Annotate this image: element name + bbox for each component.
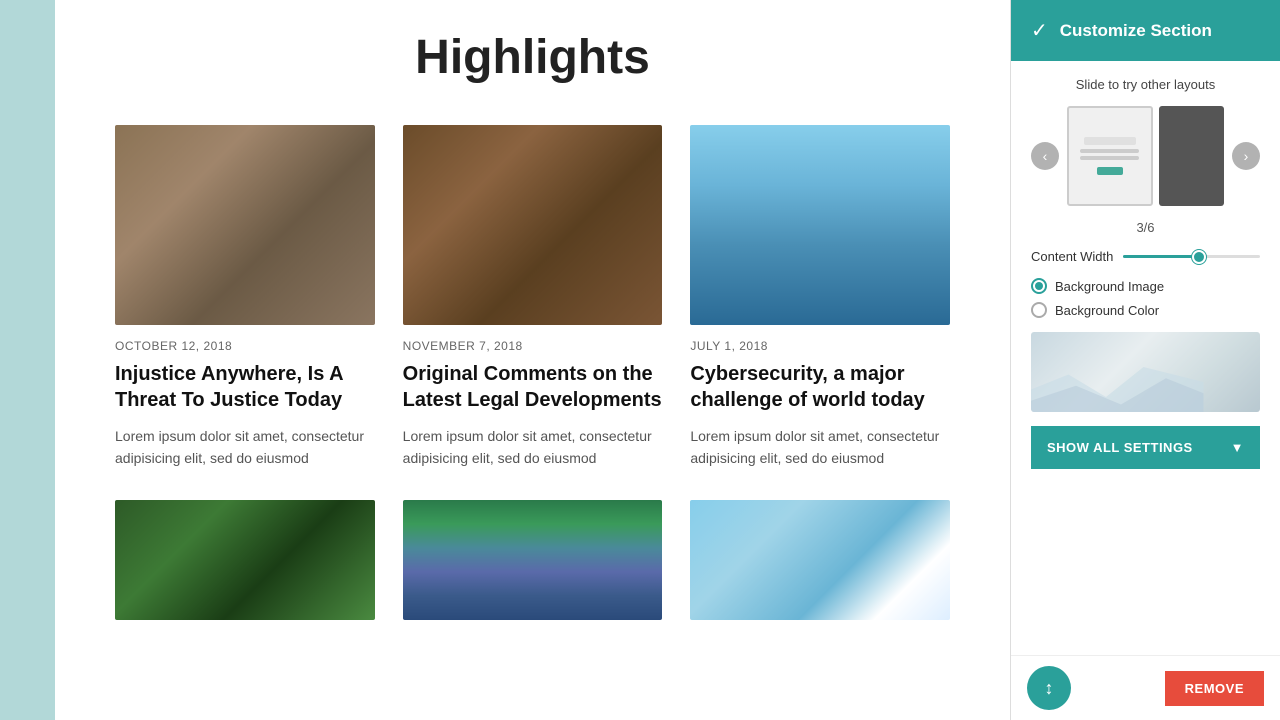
layout-counter: 3/6 bbox=[1031, 220, 1260, 235]
layout-preview-left[interactable] bbox=[1067, 106, 1153, 206]
radio-background-image-circle bbox=[1031, 278, 1047, 294]
card-3-date: JULY 1, 2018 bbox=[690, 339, 950, 353]
card-2: NOVEMBER 7, 2018 Original Comments on th… bbox=[403, 125, 663, 470]
card-2-body: Lorem ipsum dolor sit amet, consectetur … bbox=[403, 425, 663, 470]
panel-header: ✓ Customize Section bbox=[1011, 0, 1280, 61]
preview-mock-line-1 bbox=[1080, 149, 1139, 153]
card-4-image bbox=[115, 500, 375, 620]
bottom-cards-grid bbox=[115, 500, 950, 620]
card-2-image bbox=[403, 125, 663, 325]
slider-thumb bbox=[1192, 250, 1206, 264]
right-panel: ✓ Customize Section Slide to try other l… bbox=[1010, 0, 1280, 720]
main-content: Highlights OCTOBER 12, 2018 Injustice An… bbox=[55, 0, 1010, 720]
layout-previews: ‹ › bbox=[1031, 106, 1260, 206]
card-2-title: Original Comments on the Latest Legal De… bbox=[403, 361, 663, 413]
card-1-title: Injustice Anywhere, Is A Threat To Justi… bbox=[115, 361, 375, 413]
radio-background-color-label: Background Color bbox=[1055, 303, 1159, 318]
card-4 bbox=[115, 500, 375, 620]
card-1-body: Lorem ipsum dolor sit amet, consectetur … bbox=[115, 425, 375, 470]
panel-title: Customize Section bbox=[1060, 21, 1212, 41]
preview-mock-line-2 bbox=[1080, 156, 1139, 160]
radio-background-image[interactable]: Background Image bbox=[1031, 278, 1260, 294]
content-width-slider[interactable] bbox=[1123, 255, 1260, 258]
card-3-image bbox=[690, 125, 950, 325]
radio-background-image-label: Background Image bbox=[1055, 279, 1164, 294]
card-5 bbox=[403, 500, 663, 620]
slide-label: Slide to try other layouts bbox=[1031, 77, 1260, 92]
preview-mock-btn bbox=[1097, 167, 1123, 175]
card-6 bbox=[690, 500, 950, 620]
check-icon: ✓ bbox=[1031, 18, 1048, 43]
prev-layout-arrow[interactable]: ‹ bbox=[1031, 142, 1059, 170]
content-width-label: Content Width bbox=[1031, 249, 1113, 264]
card-1-date: OCTOBER 12, 2018 bbox=[115, 339, 375, 353]
card-1-image bbox=[115, 125, 375, 325]
left-decorative-bar bbox=[0, 0, 55, 720]
show-all-settings-button[interactable]: SHOW ALL SETTINGS ▼ bbox=[1031, 426, 1260, 469]
preview-mock-header bbox=[1084, 137, 1136, 145]
radio-background-color-circle bbox=[1031, 302, 1047, 318]
slider-fill bbox=[1123, 255, 1198, 258]
top-cards-grid: OCTOBER 12, 2018 Injustice Anywhere, Is … bbox=[115, 125, 950, 470]
radio-background-color[interactable]: Background Color bbox=[1031, 302, 1260, 318]
card-6-image bbox=[690, 500, 950, 620]
show-all-settings-label: SHOW ALL SETTINGS bbox=[1047, 440, 1193, 455]
card-3: JULY 1, 2018 Cybersecurity, a major chal… bbox=[690, 125, 950, 470]
card-1: OCTOBER 12, 2018 Injustice Anywhere, Is … bbox=[115, 125, 375, 470]
show-all-chevron-icon: ▼ bbox=[1231, 440, 1244, 455]
swap-button[interactable]: ↕ bbox=[1027, 666, 1071, 710]
card-2-date: NOVEMBER 7, 2018 bbox=[403, 339, 663, 353]
next-layout-arrow[interactable]: › bbox=[1232, 142, 1260, 170]
card-5-image bbox=[403, 500, 663, 620]
layout-preview-container bbox=[1067, 106, 1224, 206]
bg-image-preview bbox=[1031, 332, 1260, 412]
radio-group: Background Image Background Color bbox=[1031, 278, 1260, 318]
card-3-body: Lorem ipsum dolor sit amet, consectetur … bbox=[690, 425, 950, 470]
panel-footer: ↕ REMOVE bbox=[1011, 655, 1280, 720]
layout-preview-right[interactable] bbox=[1159, 106, 1225, 206]
panel-body: Slide to try other layouts ‹ › 3/6 Conte… bbox=[1011, 61, 1280, 655]
bg-image-shape-svg bbox=[1031, 352, 1204, 412]
content-width-row: Content Width bbox=[1031, 249, 1260, 264]
card-3-title: Cybersecurity, a major challenge of worl… bbox=[690, 361, 950, 413]
remove-button[interactable]: REMOVE bbox=[1165, 671, 1264, 706]
page-title: Highlights bbox=[115, 0, 950, 125]
